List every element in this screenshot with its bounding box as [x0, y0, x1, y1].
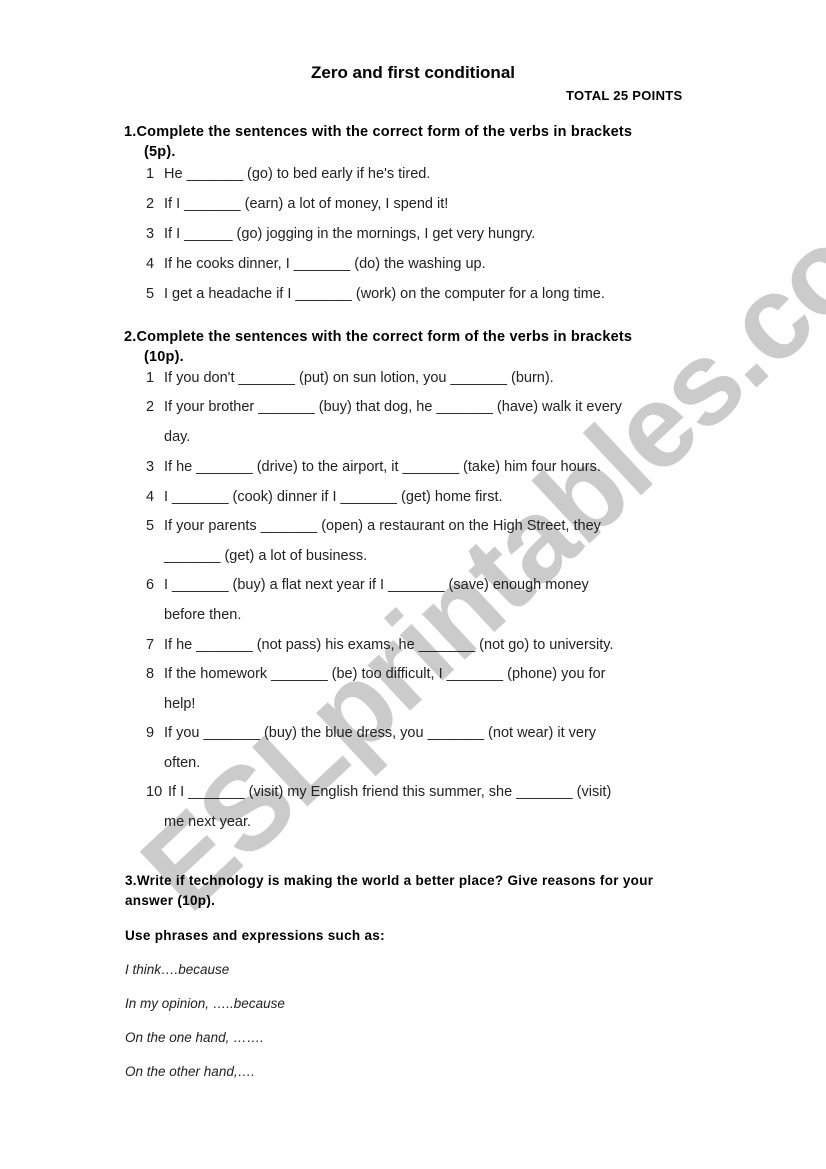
item-number: 8 [146, 666, 155, 682]
item-continuation: help! [164, 696, 196, 712]
example-phrase: On the other hand,…. [125, 1064, 255, 1079]
section2-item: 3 If he _______ (drive) to the airport, i… [146, 452, 706, 482]
section1-item: 4 If he cooks dinner, I _______ (do) the … [146, 249, 706, 279]
item-number: 3 [146, 226, 155, 242]
item-text: If he _______ (not pass) his exams, he _… [164, 637, 614, 653]
section2-item: 6 I _______ (buy) a flat next year if I _… [146, 570, 706, 630]
section2-item: 7 If he _______ (not pass) his exams, he … [146, 630, 706, 660]
section1-item: 3 If I ______ (go) jogging in the morning… [146, 219, 706, 249]
item-number: 2 [146, 196, 155, 212]
example-phrase: In my opinion, …..because [125, 996, 285, 1011]
item-continuation: me next year. [164, 814, 252, 830]
example-phrase: On the one hand, ……. [125, 1030, 264, 1045]
item-text: If you _______ (buy) the blue dress, you… [164, 725, 597, 741]
section1-item: 1 He _______ (go) to bed early if he's ti… [146, 159, 706, 189]
item-text: If your parents _______ (open) a restaur… [164, 518, 601, 534]
item-number: 5 [146, 518, 155, 534]
item-number: 10 [146, 784, 163, 800]
item-text: I _______ (cook) dinner if I _______ (ge… [164, 489, 503, 505]
section3-heading-line2: answer (10p). [125, 893, 216, 908]
section1-item: 5 I get a headache if I _______ (work) on… [146, 279, 706, 309]
item-number: 2 [146, 399, 155, 415]
section1-heading-line1: 1.Complete the sentences with the correc… [124, 124, 633, 140]
section2-item: 10 If I _______ (visit) my English frien… [146, 777, 706, 837]
item-number: 7 [146, 637, 155, 653]
item-number: 6 [146, 577, 155, 593]
item-text: I get a headache if I _______ (work) on … [164, 286, 605, 302]
item-text: If he _______ (drive) to the airport, it… [164, 459, 601, 475]
section1-item: 2 If I _______ (earn) a lot of money, I s… [146, 189, 706, 219]
section3-instruction: Use phrases and expressions such as: [125, 928, 385, 943]
section3-heading-line1: 3.Write if technology is making the worl… [125, 873, 654, 888]
section1-heading: 1.Complete the sentences with the correc… [124, 122, 724, 162]
item-continuation: _______ (get) a lot of business. [164, 548, 368, 564]
item-number: 9 [146, 725, 155, 741]
section2-heading: 2.Complete the sentences with the correc… [124, 327, 724, 367]
item-text: If I _______ (earn) a lot of money, I sp… [164, 196, 449, 212]
item-text: If I ______ (go) jogging in the mornings… [164, 226, 536, 242]
item-text: He _______ (go) to bed early if he's tir… [164, 166, 431, 182]
page-title: Zero and first conditional [310, 63, 515, 82]
item-text: If the homework _______ (be) too difficu… [164, 666, 606, 682]
section2-item: 9 If you _______ (buy) the blue dress, yo… [146, 718, 706, 778]
total-points: TOTAL 25 POINTS [566, 88, 683, 103]
item-number: 1 [146, 370, 155, 386]
section3-heading: 3.Write if technology is making the worl… [125, 871, 725, 911]
item-number: 4 [146, 489, 155, 505]
item-text: If he cooks dinner, I _______ (do) the w… [164, 256, 486, 272]
item-continuation: day. [164, 429, 191, 445]
section2-item: 5 If your parents _______ (open) a restau… [146, 511, 706, 571]
item-number: 5 [146, 286, 155, 302]
section2-item: 8 If the homework _______ (be) too diffic… [146, 659, 706, 719]
item-text: If I _______ (visit) my English friend t… [164, 784, 612, 800]
section2-item: 1 If you don't _______ (put) on sun lotio… [146, 363, 706, 393]
item-text: If your brother _______ (buy) that dog, … [164, 399, 622, 415]
example-phrase: I think….because [125, 962, 230, 977]
item-number: 3 [146, 459, 155, 475]
section2-item: 2 If your brother _______ (buy) that dog,… [146, 392, 706, 452]
item-continuation: often. [164, 755, 201, 771]
item-number: 1 [146, 166, 155, 182]
section2-heading-line1: 2.Complete the sentences with the correc… [124, 329, 633, 345]
section2-item: 4 I _______ (cook) dinner if I _______ (g… [146, 482, 706, 512]
item-number: 4 [146, 256, 155, 272]
item-continuation: before then. [164, 607, 242, 623]
item-text: If you don't _______ (put) on sun lotion… [164, 370, 554, 386]
item-text: I _______ (buy) a flat next year if I __… [164, 577, 589, 593]
